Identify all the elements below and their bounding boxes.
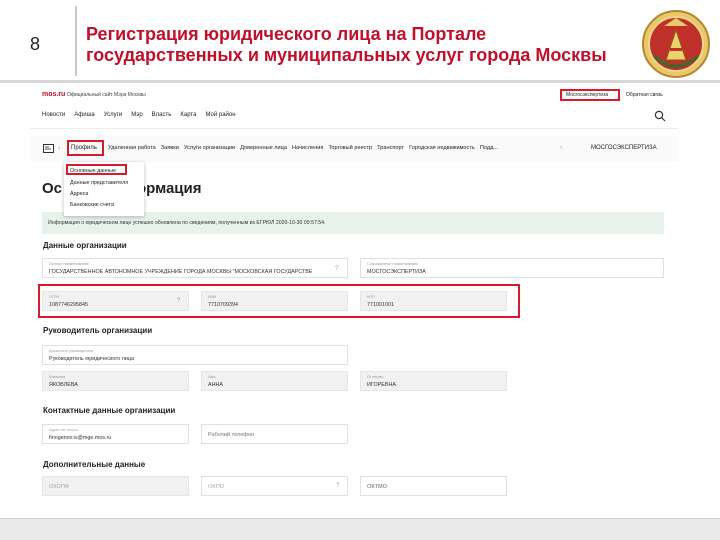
tab-org-services[interactable]: Услуги организации [184,145,235,151]
nav-item-power[interactable]: Власть [152,112,172,118]
middlename-label: Отчество [367,375,384,379]
nav-divider [30,128,678,129]
nav-item-services[interactable]: Услуги [104,112,122,118]
nav-item-my-district[interactable]: Мой район [205,112,235,118]
ogrn-field: ОГРН 1087746295845 ? [42,291,189,311]
tab-more[interactable]: Подд... [480,145,498,151]
full-name-value: ГОСУДАРСТВЕННОЕ АВТОНОМНОЕ УЧРЕЖДЕНИЕ ГО… [49,269,313,275]
okpo-placeholder: ОКПО [208,484,224,490]
middlename-field: Отчество ИГОРЕВНА [360,371,507,391]
mosgosexpertiza-link[interactable]: Мосгосэкспертиза [560,89,620,101]
profile-tabs: Удаленная работа Заявки Услуги организац… [108,145,498,151]
slide-number: 8 [30,34,41,54]
oktmo-placeholder: ОКТМО [367,484,388,490]
ogrn-label: ОГРН [49,295,60,299]
lastname-label: Фамилия [49,375,66,379]
nav-item-map[interactable]: Карта [180,112,196,118]
section-head: Руководитель организации [43,326,153,335]
inn-value: 7710709394 [208,302,238,308]
dropdown-item-bank-accounts[interactable]: Банковские счета [70,202,114,208]
email-field[interactable]: Адрес эл. почты finogenov.iv@mge.mos.ru [42,424,189,444]
feedback-link[interactable]: Обратная связь [626,92,663,98]
full-name-field[interactable]: Полное наименование ГОСУДАРСТВЕННОЕ АВТО… [42,258,348,278]
tab-remote-work[interactable]: Удаленная работа [108,145,156,151]
search-icon[interactable] [654,110,666,122]
dropdown-item-addresses[interactable]: Адреса [70,191,88,197]
position-value: Руководитель юридического лица [49,356,134,362]
tab-transport[interactable]: Транспорт [377,145,404,151]
firstname-field: Имя АННА [201,371,348,391]
slide: 8 Регистрация юридического лица на Порта… [0,0,720,540]
slide-title: Регистрация юридического лица на Портале… [86,24,607,65]
position-field[interactable]: Должность руководителя Руководитель юрид… [42,345,348,365]
site-logo[interactable]: mos.ru [42,91,65,98]
short-name-field[interactable]: Сокращенное наименование МОСГОСЭКСПЕРТИЗ… [360,258,664,278]
kpp-field: КПП 771001001 [360,291,507,311]
section-extra: Дополнительные данные [43,460,146,469]
okpo-field[interactable]: ОКПО ? [201,476,348,496]
nav-item-mayor[interactable]: Мэр [131,112,142,118]
header-rule [0,80,720,83]
middlename-value: ИГОРЕВНА [367,382,396,388]
tab-city-realty[interactable]: Городская недвижимость [409,145,475,151]
site-topbar: mos.ru Официальный сайт Мэра Москвы Мосг… [30,84,678,108]
cabinet-icon[interactable] [43,144,54,153]
short-name-label: Сокращенное наименование [367,262,419,266]
mosgosexpertiza-emblem-icon [642,10,710,78]
firstname-value: АННА [208,382,223,388]
screenshot: mos.ru Официальный сайт Мэра Москвы Мосг… [30,84,678,516]
chevron-right-icon[interactable]: › [560,144,562,151]
footer-band [0,518,720,540]
organization-name[interactable]: МОСГОСЭКСПЕРТИЗА [591,145,657,151]
phone-field[interactable]: Рабочий телефон [201,424,348,444]
help-icon[interactable]: ? [335,266,338,272]
header-divider [75,6,77,76]
phone-placeholder: Рабочий телефон [208,432,255,438]
ogrn-value: 1087746295845 [49,302,88,308]
tab-profile[interactable]: Профиль [67,140,104,156]
short-name-value: МОСГОСЭКСПЕРТИЗА [367,269,426,275]
tab-trade-registry[interactable]: Торговый реестр [328,145,372,151]
full-name-label: Полное наименование [49,262,90,266]
tab-trusted-persons[interactable]: Доверенные лица [240,145,287,151]
okopf-placeholder: ОКОПФ [49,484,70,490]
tab-applications[interactable]: Заявки [161,145,179,151]
nav-item-afisha[interactable]: Афиша [74,112,95,118]
inn-label: ИНН [208,295,217,299]
email-value: finogenov.iv@mge.mos.ru [49,435,112,441]
tab-charges[interactable]: Начисления [292,145,323,151]
email-label: Адрес эл. почты [49,428,78,432]
nav-item-news[interactable]: Новости [42,112,65,118]
kpp-label: КПП [367,295,375,299]
help-icon[interactable]: ? [177,298,180,304]
main-nav: Новости Афиша Услуги Мэр Власть Карта Мо… [42,112,236,118]
dropdown-item-representative[interactable]: Данные представителя [70,180,128,186]
inn-field: ИНН 7710709394 [201,291,348,311]
section-org-data: Данные организации [43,241,127,250]
kpp-value: 771001001 [367,302,394,308]
page-title-start: Ос [42,180,63,197]
chevron-left-icon[interactable]: ‹ [58,145,60,152]
lastname-field: Фамилия ЯКОВЛЕВА [42,371,189,391]
section-contacts: Контактные данные организации [43,406,176,415]
okopf-field: ОКОПФ [42,476,189,496]
firstname-label: Имя [208,375,216,379]
oktmo-field[interactable]: ОКТМО [360,476,507,496]
position-label: Должность руководителя [49,349,94,353]
lastname-value: ЯКОВЛЕВА [49,382,78,388]
profile-dropdown: Основные данные Данные представителя Адр… [64,162,144,216]
help-icon[interactable]: ? [336,483,339,489]
site-logo-subtitle: Официальный сайт Мэра Москвы [67,92,146,98]
dropdown-item-main-data[interactable]: Основные данные [70,168,116,174]
profile-bar: ‹ Профиль Удаленная работа Заявки Услуги… [30,136,678,162]
